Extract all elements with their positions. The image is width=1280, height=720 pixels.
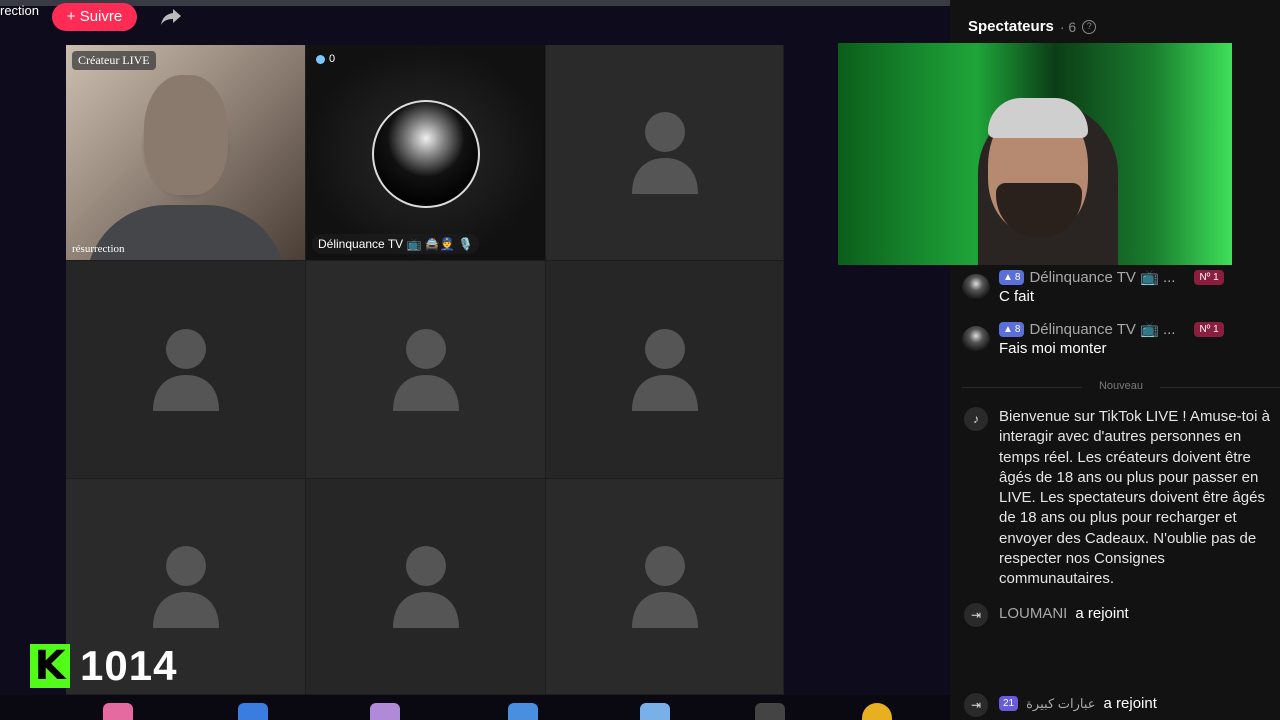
gift-bar	[0, 695, 950, 720]
empty-user-icon	[631, 111, 698, 194]
guest-cell-host[interactable]: Créateur LIVE résurrection	[66, 45, 306, 261]
creator-live-badge: Créateur LIVE	[72, 51, 156, 70]
guest-cell-empty[interactable]	[546, 479, 784, 695]
guest-cell-2[interactable]: 0 Délinquance TV 📺 🚔👮 🎙️	[306, 45, 546, 261]
spectators-header[interactable]: Spectateurs · 6 ?	[968, 18, 1097, 35]
kick-viewer-count: 1014	[80, 642, 178, 689]
tiktok-icon: ♪	[964, 407, 988, 431]
guest-cell-empty[interactable]	[546, 261, 784, 479]
join-notice: 21 عبارات كبيرة a rejoint	[999, 695, 1157, 712]
level-value: 8	[1014, 323, 1021, 335]
gift-wand-icon[interactable]	[640, 703, 670, 720]
kick-logo: K	[30, 644, 70, 688]
join-text: a rejoint	[1075, 605, 1129, 622]
avatar[interactable]	[962, 274, 990, 302]
coin-icon[interactable]	[862, 703, 892, 720]
empty-user-icon	[152, 545, 219, 628]
guest-name-label: résurrection	[72, 243, 125, 255]
gift-perfume-icon[interactable]	[370, 703, 400, 720]
chat-message[interactable]: ▲ 8 Délinquance TV 📺 ... Nº 1 Fais moi mo…	[962, 320, 1280, 364]
guest-cell-empty[interactable]	[306, 479, 546, 695]
join-username[interactable]: عبارات كبيرة	[1026, 696, 1095, 712]
join-icon: ⇥	[964, 693, 988, 717]
empty-user-icon	[631, 545, 698, 628]
spectators-count: · 6	[1059, 18, 1077, 35]
chat-message[interactable]: ▲ 8 Délinquance TV 📺 ... Nº 1 C fait	[962, 268, 1280, 312]
spectators-title: Spectateurs	[968, 18, 1054, 35]
new-messages-divider: Nouveau	[962, 380, 1280, 392]
follow-button[interactable]: + Suivre	[52, 3, 137, 31]
guest-score-value: 0	[329, 53, 336, 65]
chat-message-text: Fais moi monter	[999, 340, 1107, 357]
avatar[interactable]	[962, 326, 990, 354]
chat-message-header: ▲ 8 Délinquance TV 📺 ... Nº 1	[999, 268, 1224, 286]
host-video-face	[144, 75, 228, 195]
gift-wave-icon[interactable]	[238, 703, 268, 720]
level-badge: ▲ 8	[999, 269, 1025, 285]
guest-cell-empty[interactable]	[546, 45, 784, 261]
score-dot-icon	[316, 54, 325, 64]
streamer-webcam	[838, 43, 1232, 265]
rank-badge: Nº 1	[1194, 321, 1224, 337]
level-value: 8	[1014, 271, 1021, 283]
guest-cell-empty[interactable]	[306, 261, 546, 479]
welcome-message: Bienvenue sur TikTok LIVE ! Amuse-toi à …	[999, 408, 1270, 588]
chat-message-text: C fait	[999, 288, 1035, 305]
level-badge: 21	[999, 696, 1019, 711]
gift-more-icon[interactable]	[755, 703, 785, 720]
rank-badge: Nº 1	[1194, 269, 1224, 285]
guest-avatar	[372, 100, 480, 208]
join-notice: LOUMANI a rejoint	[999, 605, 1129, 622]
join-icon: ⇥	[964, 603, 988, 627]
level-badge: ▲ 8	[999, 321, 1025, 337]
join-username[interactable]: LOUMANI	[999, 605, 1067, 622]
kick-viewer-overlay: K 1014	[30, 642, 177, 690]
guest-score: 0	[316, 53, 335, 65]
help-icon[interactable]: ?	[1082, 19, 1097, 34]
guest-name-label: Délinquance TV 📺 🚔👮 🎙️	[312, 234, 479, 254]
guest-cell-empty[interactable]	[66, 261, 306, 479]
chat-message-header: ▲ 8 Délinquance TV 📺 ... Nº 1	[999, 320, 1224, 338]
host-name[interactable]: rection	[0, 3, 39, 18]
guest-grid: Créateur LIVE résurrection 0 Délinquance…	[66, 45, 784, 695]
share-icon[interactable]	[160, 8, 182, 26]
top-progress-line	[0, 0, 950, 6]
streamer-hair	[988, 98, 1088, 138]
empty-user-icon	[392, 328, 459, 411]
join-text: a rejoint	[1103, 695, 1157, 712]
chat-username[interactable]: Délinquance TV 📺 ...	[1029, 320, 1175, 338]
gift-jet-icon[interactable]	[508, 703, 538, 720]
chat-username[interactable]: Délinquance TV 📺 ...	[1029, 268, 1175, 286]
empty-user-icon	[631, 328, 698, 411]
gift-heart-icon[interactable]	[103, 703, 133, 720]
empty-user-icon	[392, 545, 459, 628]
empty-user-icon	[152, 328, 219, 411]
